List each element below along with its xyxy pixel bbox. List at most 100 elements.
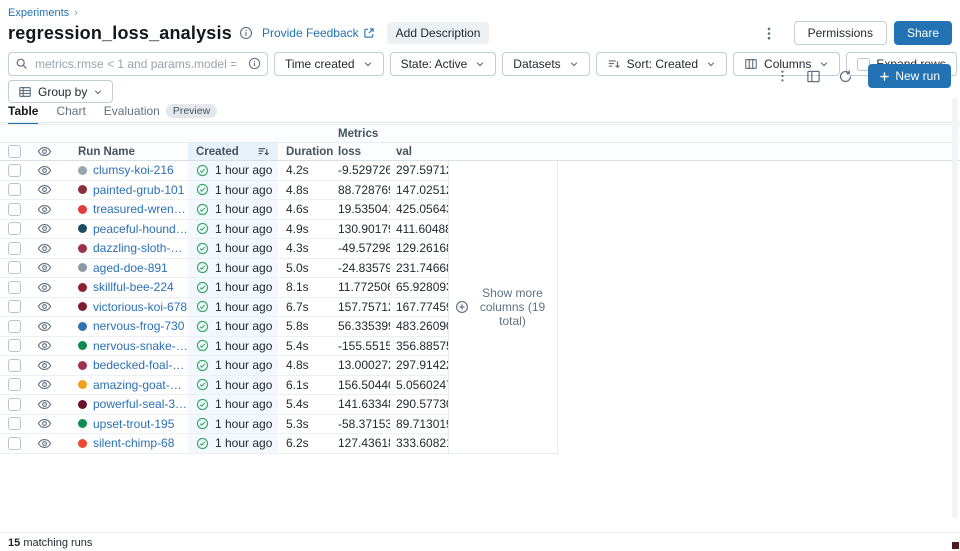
matching-runs-status: 15 matching runs xyxy=(8,537,92,549)
row-checkbox[interactable] xyxy=(8,203,21,216)
run-duration: 5.4s xyxy=(286,397,309,411)
kebab-menu-icon[interactable] xyxy=(758,24,780,43)
search-input[interactable] xyxy=(8,52,268,76)
run-name-link[interactable]: amazing-goat-130 xyxy=(93,378,188,392)
row-checkbox[interactable] xyxy=(8,359,21,372)
run-name-link[interactable]: bedecked-foal-963 xyxy=(93,358,188,372)
sidebar-toggle-icon[interactable] xyxy=(804,67,823,86)
run-duration: 8.1s xyxy=(286,280,309,294)
run-created: 1 hour ago xyxy=(215,163,272,177)
preview-badge: Preview xyxy=(166,104,217,118)
row-checkbox[interactable] xyxy=(8,339,21,352)
table-row: nervous-frog-730 1 hour ago 5.8s 56.3353… xyxy=(0,317,448,337)
status-finished-icon xyxy=(196,417,209,430)
state-filter[interactable]: State: Active xyxy=(390,52,497,76)
run-name-link[interactable]: painted-grub-101 xyxy=(93,183,184,197)
sort-selector[interactable]: Sort: Created xyxy=(596,52,727,76)
run-name-link[interactable]: nervous-frog-730 xyxy=(93,319,184,333)
group-by-button[interactable]: Group by xyxy=(8,80,113,103)
eye-icon[interactable] xyxy=(37,221,52,236)
eye-icon[interactable] xyxy=(37,377,52,392)
permissions-button[interactable]: Permissions xyxy=(794,21,887,45)
select-all-checkbox[interactable] xyxy=(8,145,21,158)
run-color-dot xyxy=(78,185,87,194)
row-checkbox[interactable] xyxy=(8,417,21,430)
eye-icon[interactable] xyxy=(37,299,52,314)
run-name-link[interactable]: skillful-bee-224 xyxy=(93,280,174,294)
datasets-filter[interactable]: Datasets xyxy=(502,52,589,76)
run-color-dot xyxy=(78,302,87,311)
page-scrollbar[interactable] xyxy=(952,98,958,518)
row-checkbox[interactable] xyxy=(8,320,21,333)
run-name-link[interactable]: aged-doe-891 xyxy=(93,261,168,275)
column-val[interactable]: val xyxy=(390,143,448,160)
sort-descending-icon[interactable] xyxy=(257,145,270,158)
info-icon[interactable] xyxy=(239,26,253,40)
run-name-link[interactable]: victorious-koi-678 xyxy=(93,300,187,314)
run-name-link[interactable]: treasured-wren-932 xyxy=(93,202,188,216)
state-filter-label: State: Active xyxy=(401,57,468,71)
row-checkbox[interactable] xyxy=(8,164,21,177)
run-loss: 56.335399... xyxy=(338,319,390,333)
eye-icon[interactable] xyxy=(37,241,52,256)
metrics-group-header: Metrics xyxy=(0,124,960,143)
row-checkbox[interactable] xyxy=(8,378,21,391)
runs-table: Metrics Run Name Created Duration loss v… xyxy=(0,124,960,454)
run-name-link[interactable]: powerful-seal-309 xyxy=(93,397,188,411)
column-run-name[interactable]: Run Name xyxy=(64,143,188,160)
run-duration: 4.6s xyxy=(286,202,309,216)
run-name-link[interactable]: dazzling-sloth-802 xyxy=(93,241,188,255)
column-duration[interactable]: Duration xyxy=(278,143,332,160)
run-name-link[interactable]: clumsy-koi-216 xyxy=(93,163,174,177)
eye-icon[interactable] xyxy=(37,163,52,178)
row-checkbox[interactable] xyxy=(8,183,21,196)
row-checkbox[interactable] xyxy=(8,398,21,411)
eye-icon[interactable] xyxy=(37,358,52,373)
status-finished-icon xyxy=(196,281,209,294)
show-more-columns-button[interactable]: Show more columns (19 total) xyxy=(449,285,557,329)
search-info-icon[interactable] xyxy=(248,57,261,70)
run-loss: 141.63348... xyxy=(338,397,390,411)
time-created-filter[interactable]: Time created xyxy=(274,52,384,76)
run-name-link[interactable]: upset-trout-195 xyxy=(93,417,174,431)
eye-icon[interactable] xyxy=(37,182,52,197)
eye-icon[interactable] xyxy=(37,202,52,217)
eye-icon[interactable] xyxy=(37,338,52,353)
run-val: 167.774590... xyxy=(396,300,448,314)
row-checkbox[interactable] xyxy=(8,222,21,235)
more-options-kebab-icon[interactable] xyxy=(774,67,791,85)
eye-icon[interactable] xyxy=(37,397,52,412)
status-finished-icon xyxy=(196,261,209,274)
row-checkbox[interactable] xyxy=(8,437,21,450)
refresh-icon[interactable] xyxy=(836,67,855,86)
column-created[interactable]: Created xyxy=(188,143,278,160)
provide-feedback-link[interactable]: Provide Feedback xyxy=(262,26,375,40)
eye-icon[interactable] xyxy=(37,416,52,431)
run-val: 333.60821... xyxy=(396,436,448,450)
run-name-link[interactable]: silent-chimp-68 xyxy=(93,436,174,450)
run-name-link[interactable]: nervous-snake-390 xyxy=(93,339,188,353)
eye-icon[interactable] xyxy=(37,436,52,451)
column-loss[interactable]: loss xyxy=(332,143,390,160)
eye-icon[interactable] xyxy=(37,280,52,295)
run-color-dot xyxy=(78,244,87,253)
eye-icon[interactable] xyxy=(37,319,52,334)
run-duration: 4.3s xyxy=(286,241,309,255)
columns-icon xyxy=(744,57,758,71)
eye-icon[interactable] xyxy=(37,144,52,159)
share-button[interactable]: Share xyxy=(894,21,952,45)
row-checkbox[interactable] xyxy=(8,242,21,255)
run-created: 1 hour ago xyxy=(215,183,272,197)
row-checkbox[interactable] xyxy=(8,281,21,294)
row-checkbox[interactable] xyxy=(8,300,21,313)
run-name-link[interactable]: peaceful-hound-944 xyxy=(93,222,188,236)
row-checkbox[interactable] xyxy=(8,261,21,274)
eye-icon[interactable] xyxy=(37,260,52,275)
group-by-label: Group by xyxy=(38,85,87,99)
status-finished-icon xyxy=(196,203,209,216)
table-row: nervous-snake-390 1 hour ago 5.4s -155.5… xyxy=(0,337,448,357)
add-description-button[interactable]: Add Description xyxy=(387,22,490,44)
breadcrumb-experiments-link[interactable]: Experiments xyxy=(8,7,69,19)
run-duration: 4.2s xyxy=(286,163,309,177)
new-run-button[interactable]: New run xyxy=(868,64,951,88)
